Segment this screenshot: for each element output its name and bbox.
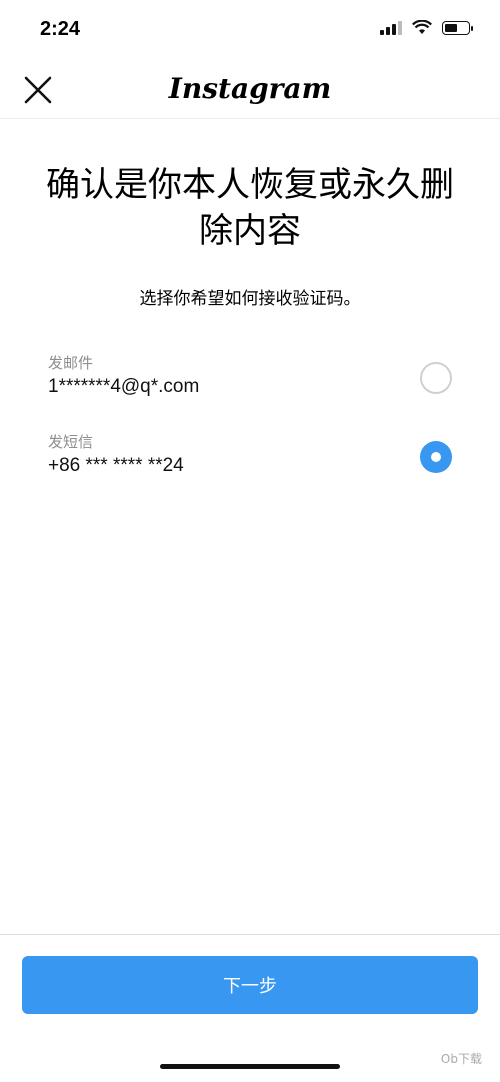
- option-sms-value: +86 *** **** **24: [48, 455, 184, 476]
- option-email[interactable]: 发邮件 1*******4@q*.com: [48, 352, 452, 408]
- battery-icon: [442, 20, 473, 35]
- status-icons: [380, 20, 473, 35]
- status-time: 2:24: [40, 18, 81, 40]
- page-subtitle: 选择你希望如何接收验证码。: [139, 289, 361, 309]
- status-bar: 2:24: [0, 0, 500, 60]
- option-email-value: 1*******4@q*.com: [48, 376, 200, 397]
- option-sms[interactable]: 发短信 +86 *** **** **24: [48, 431, 452, 487]
- email-radio[interactable]: [420, 362, 452, 394]
- sms-radio[interactable]: [420, 441, 452, 473]
- option-email-label: 发邮件: [48, 354, 94, 372]
- next-button[interactable]: 下一步: [22, 956, 478, 1014]
- cellular-signal-icon: [380, 20, 402, 35]
- option-sms-label: 发短信: [48, 433, 94, 451]
- footer-divider: [0, 934, 500, 935]
- instagram-logo: Instagram: [168, 72, 332, 105]
- home-indicator: [160, 1064, 340, 1069]
- watermark: Ob下载: [440, 1052, 482, 1066]
- page-title: 确认是你本人恢复或永久删除内容: [46, 165, 454, 251]
- nav-bar: Instagram: [0, 60, 500, 119]
- wifi-icon: [412, 20, 432, 34]
